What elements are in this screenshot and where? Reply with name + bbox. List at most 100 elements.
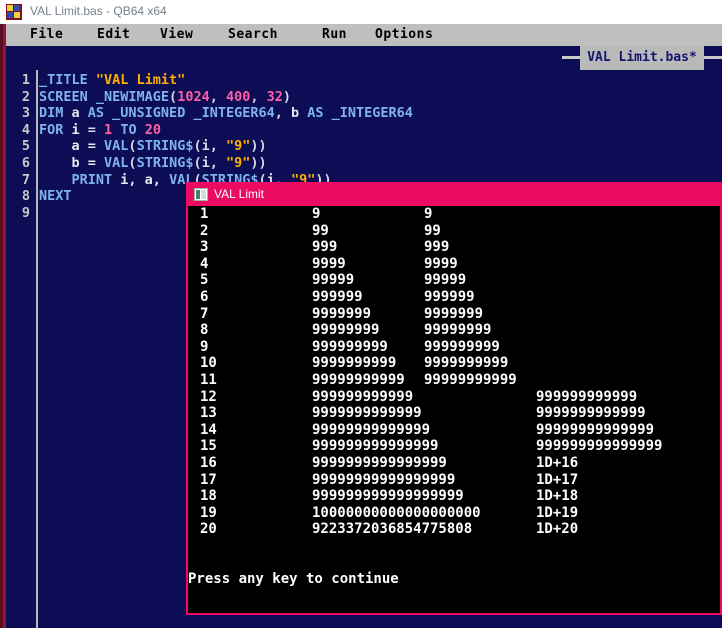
output-cell-index: 10 <box>200 355 217 372</box>
line-number: 3 <box>21 105 30 122</box>
code-token-kw: SCREEN _NEWIMAGE <box>39 88 170 105</box>
output-row: 11 99999999999 99999999999 <box>188 372 720 389</box>
code-token-id: b = <box>39 154 105 171</box>
code-token-op: , <box>209 88 226 105</box>
output-row: 8 99999999 99999999 <box>188 322 720 339</box>
code-token-kw: TO <box>112 121 145 138</box>
output-cell-index: 3 <box>200 239 209 256</box>
output-cell-val: 1D+20 <box>536 521 579 538</box>
menu-item-file[interactable]: File <box>30 27 63 42</box>
menu-item-search[interactable]: Search <box>228 27 278 42</box>
output-cell-unsigned: 99999999999 <box>312 371 405 388</box>
code-token-str: "9" <box>225 154 251 171</box>
menu-item-view[interactable]: View <box>160 27 193 42</box>
output-cell-val: 99999999999 <box>424 371 517 388</box>
output-cell-unsigned: 9999 <box>312 255 346 272</box>
tab-label: VAL Limit.bas* <box>587 50 697 65</box>
code-token-num: 20 <box>144 121 161 138</box>
left-accent-strip-inner <box>0 24 3 628</box>
output-cell-unsigned: 9999999999999999 <box>312 454 447 471</box>
line-number: 1 <box>21 72 30 88</box>
output-cell-unsigned: 10000000000000000000 <box>312 504 481 521</box>
output-row: 15 999999999999999 999999999999999 <box>188 438 720 455</box>
code-token-kw: STRING$ <box>136 154 194 171</box>
output-cell-val: 999 <box>424 239 450 256</box>
output-cell-unsigned: 9 <box>312 206 321 222</box>
code-token-id: i, a, <box>112 171 170 188</box>
output-row: 12 999999999999 999999999999 <box>188 389 720 406</box>
output-cell-index: 8 <box>200 322 209 339</box>
output-row: 18 999999999999999999 1D+18 <box>188 488 720 505</box>
code-token-id: i <box>71 121 88 138</box>
output-cell-index: 19 <box>200 504 217 521</box>
output-cell-val: 1D+16 <box>536 454 579 471</box>
code-token-kw: NEXT <box>39 188 72 205</box>
tab-val-limit-bas[interactable]: VAL Limit.bas* <box>580 46 704 70</box>
output-cell-unsigned: 9223372036854775808 <box>312 521 473 538</box>
menu-item-run[interactable]: Run <box>322 27 347 42</box>
output-cell-index: 6 <box>200 288 209 305</box>
output-row: 3 999 999 <box>188 239 720 256</box>
output-window-title: VAL Limit <box>214 187 265 201</box>
output-cell-val: 999999999 <box>424 338 500 355</box>
output-cell-index: 17 <box>200 471 217 488</box>
output-cell-val: 99 <box>424 222 441 239</box>
output-cell-index: 20 <box>200 521 217 538</box>
output-cell-unsigned: 999999999 <box>312 338 388 355</box>
output-cell-val: 9999999 <box>424 305 484 322</box>
code-token-op: ( <box>169 88 178 105</box>
code-token-num: 400 <box>225 88 251 105</box>
output-cell-unsigned: 9999999999 <box>312 355 397 372</box>
output-cell-val: 9999 <box>424 255 458 272</box>
output-row: 10 9999999999 9999999999 <box>188 355 720 372</box>
output-row: 5 99999 99999 <box>188 272 720 289</box>
output-cell-val: 9 <box>424 206 433 222</box>
code-token-id: a <box>71 105 80 122</box>
code-line[interactable]: 6 b = VAL(STRING$(i, "9")) <box>6 155 722 172</box>
code-token-op: , <box>274 105 291 122</box>
menu-item-edit[interactable]: Edit <box>97 27 130 42</box>
output-cell-val: 99999999999999 <box>536 421 655 438</box>
code-line[interactable]: 2 SCREEN _NEWIMAGE(1024, 400, 32) <box>6 89 722 106</box>
line-number: 8 <box>21 188 30 205</box>
program-output-window[interactable]: VAL Limit 1 9 9 2 99 99 3 999 999 4 9999 9999 5 99999… <box>186 182 722 615</box>
output-console-body: 1 9 9 2 99 99 3 999 999 4 9999 9999 5 99999 99999 6 9999… <box>188 206 720 613</box>
console-window-icon <box>194 188 208 201</box>
code-line[interactable]: 3 DIM a AS _UNSIGNED _INTEGER64, b AS _IN… <box>6 105 722 122</box>
output-cell-val: 1D+19 <box>536 504 579 521</box>
output-cell-unsigned: 99999999 <box>312 322 380 339</box>
output-cell-unsigned: 999999999999999999 <box>312 488 464 505</box>
code-token-op: )) <box>250 154 267 171</box>
output-row: 7 9999999 9999999 <box>188 306 720 323</box>
code-line[interactable]: 5 a = VAL(STRING$(i, "9")) <box>6 138 722 155</box>
output-cell-index: 9 <box>200 338 209 355</box>
code-token-op: ( <box>128 154 137 171</box>
code-line[interactable]: 1 _TITLE "VAL Limit" <box>6 72 722 89</box>
code-token-op: ( <box>128 138 137 155</box>
output-row: 20 9223372036854775808 1D+20 <box>188 521 720 538</box>
code-token-num: 1 <box>104 121 113 138</box>
code-token-kw: AS _INTEGER64 <box>299 105 413 122</box>
code-token-op: ) <box>282 88 292 105</box>
menu-bar: File Edit View Search Run Options <box>0 24 722 46</box>
output-cell-index: 18 <box>200 488 217 505</box>
output-cell-val: 9999999999999 <box>536 405 646 422</box>
output-cell-index: 1 <box>200 206 209 222</box>
output-cell-unsigned: 9999999999999 <box>312 405 422 422</box>
code-line[interactable]: 4 FOR i = 1 TO 20 <box>6 122 722 139</box>
editor-tab-strip: VAL Limit.bas* <box>6 46 722 70</box>
code-token-id: b <box>291 105 300 122</box>
output-cell-index: 14 <box>200 421 217 438</box>
output-cell-index: 13 <box>200 405 217 422</box>
output-cell-val: 99999999 <box>424 322 492 339</box>
output-row: 17 99999999999999999 1D+17 <box>188 472 720 489</box>
output-row: 9 999999999 999999999 <box>188 339 720 356</box>
menu-item-options[interactable]: Options <box>375 27 433 42</box>
code-token-op: )) <box>250 138 267 155</box>
line-number: 9 <box>21 204 30 221</box>
output-row: 4 9999 9999 <box>188 256 720 273</box>
code-token-id: a = <box>39 138 105 155</box>
output-cell-unsigned: 99999999999999 <box>312 421 431 438</box>
output-cell-unsigned: 99999999999999999 <box>312 471 456 488</box>
code-token-kw: VAL <box>104 138 129 155</box>
